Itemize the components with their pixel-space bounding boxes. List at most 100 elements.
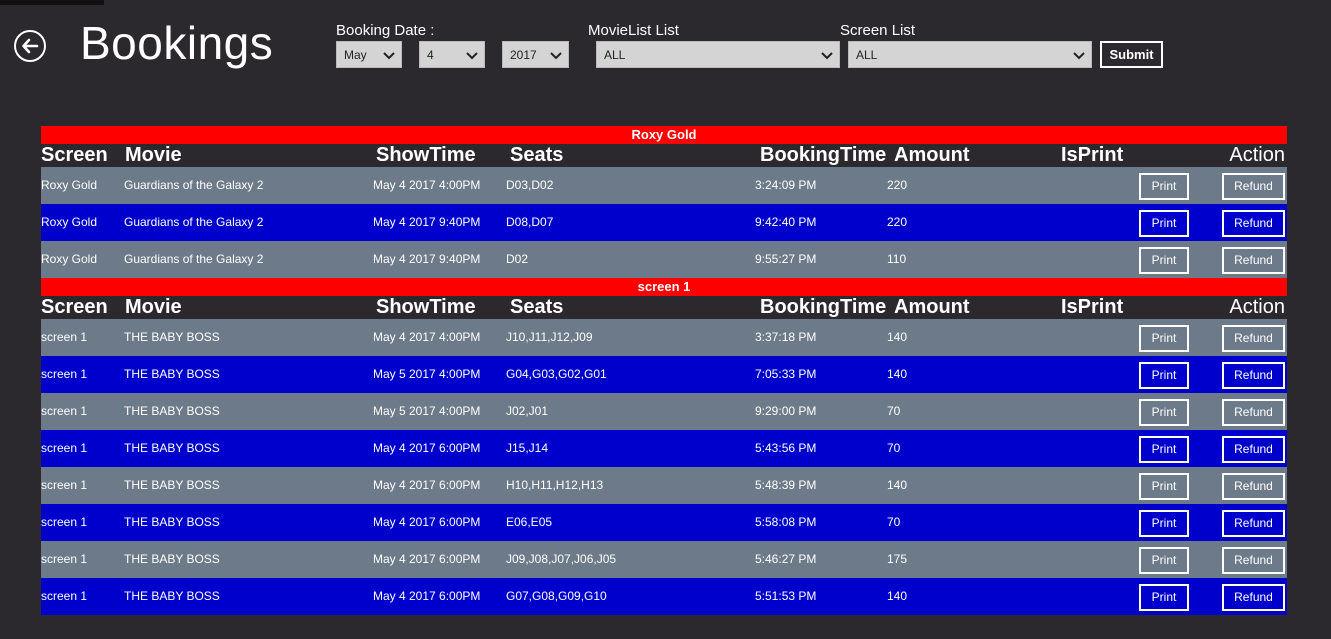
column-header-movie: Movie [125,144,182,166]
table-row: screen 1 THE BABY BOSS May 4 2017 6:00PM E0… [41,504,1287,541]
cell-showtime: May 4 2017 9:40PM [373,252,481,266]
cell-showtime: May 4 2017 6:00PM [373,589,481,603]
title-bar-accent [0,0,104,5]
cell-screen: Roxy Gold [41,178,98,192]
cell-screen: Roxy Gold [41,215,98,229]
print-button[interactable]: Print [1139,399,1189,426]
cell-showtime: May 4 2017 6:00PM [373,441,481,455]
back-button[interactable] [14,30,46,62]
column-headers: Screen Movie ShowTime Seats BookingTime Amoun… [41,144,1287,167]
refund-button[interactable]: Refund [1222,436,1285,463]
column-header-showtime: ShowTime [376,144,476,166]
refund-button[interactable]: Refund [1222,173,1285,200]
print-button[interactable]: Print [1139,547,1189,574]
table-row: Roxy Gold Guardians of the Galaxy 2 May 4 … [41,204,1287,241]
cell-bookingtime: 3:37:18 PM [755,330,817,344]
cell-showtime: May 4 2017 4:00PM [373,178,481,192]
bookings-table: Roxy Gold Screen Movie ShowTime Seats Booking… [41,126,1287,615]
refund-button[interactable]: Refund [1222,584,1285,611]
cell-seats: D08,D07 [506,215,554,229]
page-title: Bookings [80,17,274,69]
cell-movie: Guardians of the Galaxy 2 [124,215,264,229]
refund-button[interactable]: Refund [1222,247,1285,274]
cell-screen: screen 1 [41,515,88,529]
chevron-down-icon [383,42,395,69]
cell-screen: Roxy Gold [41,252,98,266]
column-header-bookingtime: BookingTime [760,296,887,318]
year-select[interactable]: 2017 [502,41,569,68]
cell-amount: 140 [887,367,908,381]
cell-amount: 140 [887,330,908,344]
table-row: screen 1 THE BABY BOSS May 4 2017 6:00PM J1… [41,430,1287,467]
print-button[interactable]: Print [1139,436,1189,463]
cell-screen: screen 1 [41,589,88,603]
column-header-isprint: IsPrint [1061,144,1124,166]
cell-amount: 70 [887,515,901,529]
cell-screen: screen 1 [41,330,88,344]
cell-bookingtime: 5:58:08 PM [755,515,817,529]
chevron-down-icon [550,42,562,69]
cell-movie: THE BABY BOSS [124,441,220,455]
cell-amount: 110 [887,252,907,266]
column-headers: Screen Movie ShowTime Seats BookingTime Amoun… [41,296,1287,319]
cell-amount: 220 [887,178,908,192]
cell-movie: THE BABY BOSS [124,330,220,344]
print-button[interactable]: Print [1139,247,1189,274]
cell-movie: Guardians of the Galaxy 2 [124,178,264,192]
cell-movie: THE BABY BOSS [124,589,220,603]
cell-bookingtime: 5:43:56 PM [755,441,817,455]
cell-showtime: May 4 2017 6:00PM [373,515,481,529]
cell-movie: THE BABY BOSS [124,478,220,492]
cell-bookingtime: 9:29:00 PM [755,404,817,418]
cell-screen: screen 1 [41,441,88,455]
table-row: screen 1 THE BABY BOSS May 4 2017 4:00PM J1… [41,319,1287,356]
cell-showtime: May 4 2017 9:40PM [373,215,481,229]
column-header-seats: Seats [510,144,564,166]
screen-list-select[interactable]: ALL [848,41,1092,68]
cell-seats: J10,J11,J12,J09 [506,330,593,344]
column-header-isprint: IsPrint [1061,296,1124,318]
refund-button[interactable]: Refund [1222,325,1285,352]
print-button[interactable]: Print [1139,510,1189,537]
cell-screen: screen 1 [41,552,88,566]
refund-button[interactable]: Refund [1222,399,1285,426]
cell-bookingtime: 3:24:09 PM [755,178,817,192]
column-header-seats: Seats [510,296,564,318]
refund-button[interactable]: Refund [1222,510,1285,537]
cell-amount: 140 [887,478,908,492]
print-button[interactable]: Print [1139,473,1189,500]
print-button[interactable]: Print [1139,362,1189,389]
print-button[interactable]: Print [1139,173,1189,200]
chevron-down-icon [821,42,833,69]
cell-seats: G07,G08,G09,G10 [506,589,607,603]
movie-list-select[interactable]: ALL [596,41,840,68]
submit-button[interactable]: Submit [1100,41,1163,68]
table-row: screen 1 THE BABY BOSS May 5 2017 4:00PM G0… [41,356,1287,393]
cell-seats: E06,E05 [506,515,553,529]
print-button[interactable]: Print [1139,210,1189,237]
month-select[interactable]: May [336,41,402,68]
screen-list-label: Screen List [840,22,916,39]
cell-movie: Guardians of the Galaxy 2 [124,252,264,266]
print-button[interactable]: Print [1139,325,1189,352]
cell-showtime: May 4 2017 4:00PM [373,330,481,344]
day-select[interactable]: 4 [419,41,485,68]
back-arrow-icon [22,38,39,54]
cell-showtime: May 4 2017 6:00PM [373,552,481,566]
cell-bookingtime: 9:55:27 PM [755,252,817,266]
table-row: screen 1 THE BABY BOSS May 4 2017 6:00PM H1… [41,467,1287,504]
cell-seats: G04,G03,G02,G01 [506,367,607,381]
refund-button[interactable]: Refund [1222,210,1285,237]
table-row: Roxy Gold Guardians of the Galaxy 2 May 4 … [41,167,1287,204]
column-header-screen: Screen [41,296,108,318]
refund-button[interactable]: Refund [1222,473,1285,500]
table-row: screen 1 THE BABY BOSS May 4 2017 6:00PM G0… [41,578,1287,615]
cell-movie: THE BABY BOSS [124,404,220,418]
cell-seats: D02 [506,252,529,266]
column-header-action: Action [1229,296,1285,318]
refund-button[interactable]: Refund [1222,362,1285,389]
refund-button[interactable]: Refund [1222,547,1285,574]
print-button[interactable]: Print [1139,584,1189,611]
group-header: screen 1 [41,278,1287,296]
cell-seats: H10,H11,H12,H13 [506,478,604,492]
